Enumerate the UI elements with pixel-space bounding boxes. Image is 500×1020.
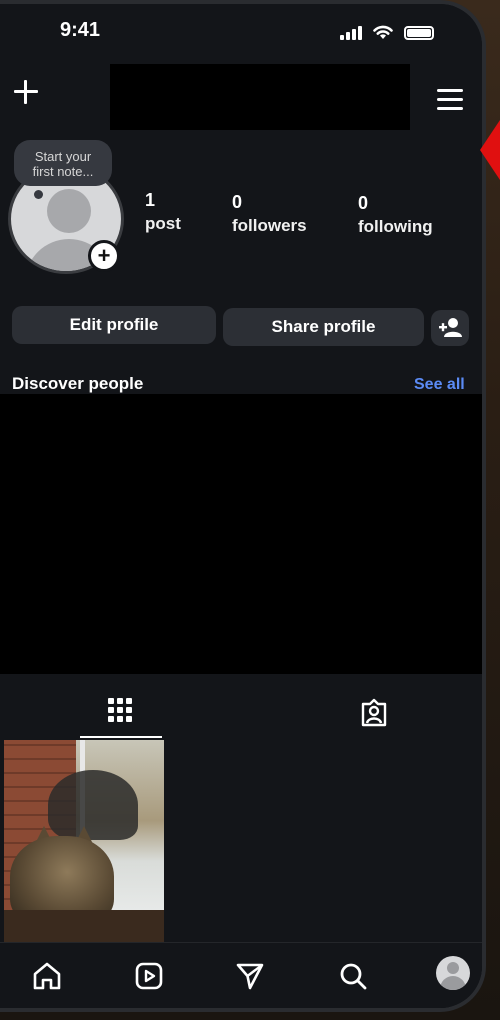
note-bubble[interactable]: Start your first note... (14, 140, 112, 186)
stat-followers-value: 0 (232, 192, 243, 212)
post-thumbnail[interactable] (4, 740, 164, 942)
stat-following[interactable]: 0 following (358, 193, 433, 237)
add-person-icon (439, 318, 462, 337)
screen: 9:41 Start your first note... + 1 post 0… (0, 4, 482, 1008)
redacted-username (110, 64, 410, 130)
bottom-nav (0, 942, 482, 1008)
note-bubble-tail (34, 190, 43, 199)
active-tab-indicator (80, 736, 162, 738)
status-time: 9:41 (60, 19, 101, 41)
redacted-region (0, 394, 482, 674)
note-prompt-line2: first note... (32, 164, 94, 179)
stat-following-label: following (358, 217, 433, 236)
stat-following-value: 0 (358, 193, 369, 213)
grid-icon[interactable] (108, 698, 134, 724)
stat-followers[interactable]: 0 followers (232, 192, 307, 236)
reels-icon[interactable] (134, 961, 164, 991)
add-story-plus-icon[interactable]: + (88, 240, 120, 272)
stat-posts-label: post (145, 214, 181, 233)
search-icon[interactable] (338, 961, 368, 991)
see-all-link[interactable]: See all (414, 376, 465, 394)
note-prompt-line1: Start your (34, 149, 92, 164)
stat-posts[interactable]: 1 post (145, 190, 181, 234)
share-profile-button[interactable]: Share profile (223, 308, 424, 346)
discover-people-button[interactable] (431, 310, 469, 346)
battery-icon (404, 26, 434, 40)
direct-icon[interactable] (235, 961, 265, 991)
status-icons (340, 24, 434, 40)
edit-profile-button[interactable]: Edit profile (12, 306, 216, 344)
menu-icon[interactable] (437, 89, 463, 111)
tagged-icon[interactable] (359, 698, 389, 728)
profile-avatar-nav[interactable] (436, 956, 470, 990)
stat-posts-value: 1 (145, 190, 156, 210)
wifi-icon (373, 25, 393, 39)
create-plus-icon[interactable] (12, 78, 40, 106)
stat-followers-label: followers (232, 216, 307, 235)
signal-icon (340, 26, 362, 40)
annotation-arrow (480, 120, 500, 180)
home-icon[interactable] (32, 961, 62, 991)
phone-frame: 9:41 Start your first note... + 1 post 0… (0, 0, 486, 1012)
discover-people-title: Discover people (12, 374, 144, 393)
